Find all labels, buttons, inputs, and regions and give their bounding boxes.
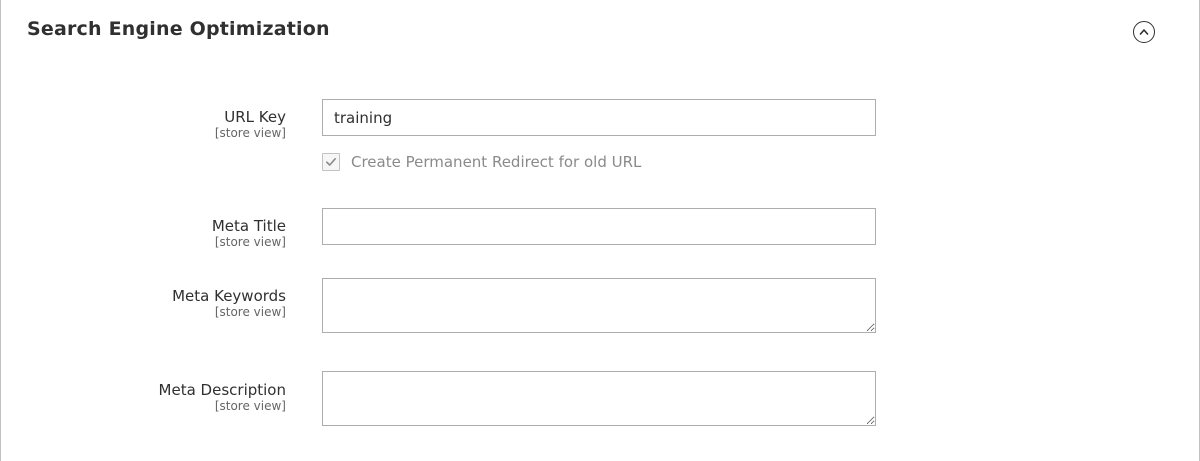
meta-title-input[interactable]	[322, 208, 876, 245]
url-key-label-text: URL Key	[224, 108, 286, 126]
seo-section-panel: Search Engine Optimization URL Key [stor…	[0, 0, 1200, 461]
checkmark-icon	[325, 157, 336, 166]
chevron-up-icon	[1139, 29, 1149, 35]
redirect-checkbox-row[interactable]: Create Permanent Redirect for old URL	[322, 152, 641, 172]
meta-title-label-text: Meta Title	[211, 217, 286, 235]
meta-description-label-text: Meta Description	[158, 381, 286, 399]
meta-description-textarea[interactable]	[322, 371, 876, 426]
meta-description-scope: [store view]	[214, 399, 286, 413]
section-title[interactable]: Search Engine Optimization	[27, 18, 330, 40]
url-key-input[interactable]	[322, 99, 876, 136]
meta-keywords-label-text: Meta Keywords	[172, 287, 286, 305]
meta-title-label: Meta Title [store view]	[212, 217, 286, 249]
url-key-label: URL Key [store view]	[215, 108, 286, 140]
meta-keywords-label: Meta Keywords [store view]	[172, 287, 286, 319]
meta-description-label: Meta Description [store view]	[159, 381, 286, 413]
meta-keywords-scope: [store view]	[214, 305, 286, 319]
url-key-scope: [store view]	[214, 126, 286, 140]
collapse-toggle-button[interactable]	[1133, 21, 1155, 43]
redirect-checkbox[interactable]	[322, 153, 340, 171]
meta-title-scope: [store view]	[214, 235, 286, 249]
meta-keywords-textarea[interactable]	[322, 278, 876, 333]
redirect-checkbox-label[interactable]: Create Permanent Redirect for old URL	[351, 153, 641, 171]
